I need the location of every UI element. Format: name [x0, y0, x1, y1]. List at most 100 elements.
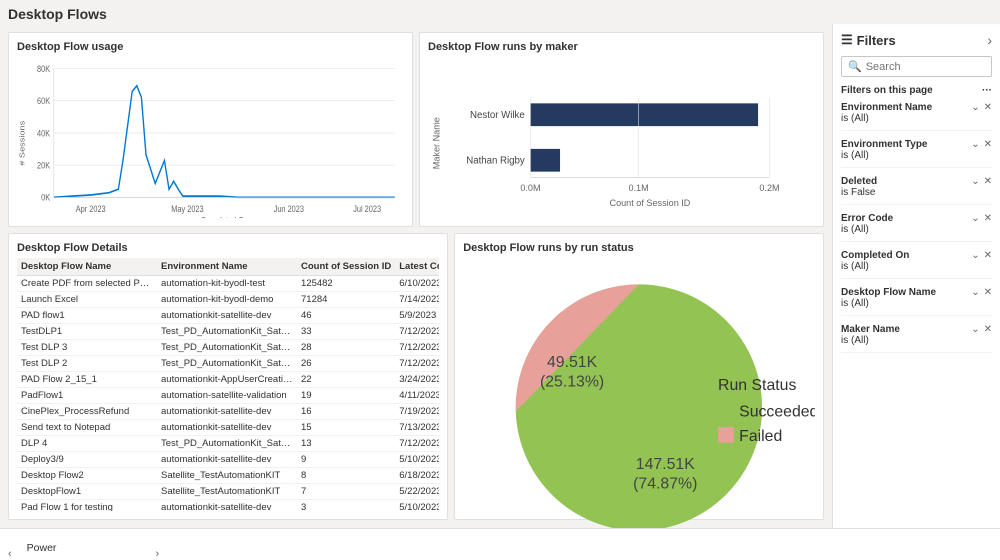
table-cell: automationkit-satellite-dev	[157, 420, 297, 436]
svg-text:Jun 2023: Jun 2023	[274, 203, 305, 214]
svg-text:Completed On: Completed On	[201, 215, 249, 218]
table-cell: 125482	[297, 276, 395, 292]
table-cell: 4/11/2023 9:40:26 AM	[395, 388, 439, 404]
table-cell: 5/10/2023 5:58:05 AM	[395, 452, 439, 468]
filter-value: is (All)	[841, 150, 992, 161]
table-cell: automationkit-satellite-dev	[157, 500, 297, 512]
svg-text:(74.87%): (74.87%)	[633, 475, 697, 492]
filter-expand-icon[interactable]: ⌄	[971, 324, 979, 335]
filter-name: Deleted	[841, 176, 877, 187]
search-icon: 🔍	[848, 60, 862, 73]
table-cell: DLP 4	[17, 436, 157, 452]
filter-actions: ⌄ ✕	[971, 324, 992, 335]
filter-item[interactable]: Environment Type ⌄ ✕ is (All)	[841, 139, 992, 168]
filters-close-button[interactable]: ›	[987, 32, 992, 48]
table-cell: 15	[297, 420, 395, 436]
table-cell: 3/24/2023 4:59:15 AM	[395, 372, 439, 388]
filter-clear-icon[interactable]: ✕	[984, 287, 992, 298]
table-cell: Deploy3/9	[17, 452, 157, 468]
table-row: Test DLP 3Test_PD_AutomationKit_Satellit…	[17, 340, 439, 356]
table-row: DesktopFlow1Satellite_TestAutomationKIT7…	[17, 484, 439, 500]
tabs-container: Business Process FlowsApp Deep DiveFlow …	[16, 528, 152, 560]
filter-item[interactable]: Desktop Flow Name ⌄ ✕ is (All)	[841, 287, 992, 316]
filter-clear-icon[interactable]: ✕	[984, 176, 992, 187]
table-body: Create PDF from selected PDF page(s) - C…	[17, 276, 439, 512]
table-cell: 19	[297, 388, 395, 404]
filter-item[interactable]: Environment Name ⌄ ✕ is (All)	[841, 102, 992, 131]
filter-name: Environment Name	[841, 102, 932, 113]
filter-item-header: Error Code ⌄ ✕	[841, 213, 992, 224]
filter-expand-icon[interactable]: ⌄	[971, 213, 979, 224]
filters-search-box[interactable]: 🔍	[841, 56, 992, 77]
filter-clear-icon[interactable]: ✕	[984, 102, 992, 113]
table-row: TestDLP1Test_PD_AutomationKit_Satellite3…	[17, 324, 439, 340]
table-cell: PAD Flow 2_15_1	[17, 372, 157, 388]
table-cell: 5/9/2023 2:04:44 PM	[395, 308, 439, 324]
status-chart-title: Desktop Flow runs by run status	[463, 242, 815, 254]
table-cell: Send text to Notepad	[17, 420, 157, 436]
maker-chart-svg: Maker Name Nestor Wilke Nathan Rigby 0.0…	[428, 61, 815, 214]
filter-expand-icon[interactable]: ⌄	[971, 250, 979, 261]
filter-clear-icon[interactable]: ✕	[984, 213, 992, 224]
svg-text:Run Status: Run Status	[718, 377, 796, 394]
table-cell: automation-kit-byodl-test	[157, 276, 297, 292]
table-cell: 7/19/2023 9:22:52 AM	[395, 404, 439, 420]
maker-chart-title: Desktop Flow runs by maker	[428, 41, 815, 53]
details-title: Desktop Flow Details	[17, 242, 439, 254]
table-cell: automationkit-satellite-dev	[157, 404, 297, 420]
table-cell: 7/12/2023 4:32:05 AM	[395, 340, 439, 356]
filter-value: is (All)	[841, 113, 992, 124]
col-flow-name: Desktop Flow Name	[17, 258, 157, 276]
table-cell: automationkit-satellite-dev	[157, 308, 297, 324]
table-cell: 22	[297, 372, 395, 388]
filter-item[interactable]: Maker Name ⌄ ✕ is (All)	[841, 324, 992, 353]
maker-chart-area: Maker Name Nestor Wilke Nathan Rigby 0.0…	[428, 57, 815, 218]
filter-name: Maker Name	[841, 324, 900, 335]
table-row: Pad Flow 1 for testingautomationkit-sate…	[17, 500, 439, 512]
filter-item[interactable]: Deleted ⌄ ✕ is False	[841, 176, 992, 205]
tab-power[interactable]: Power	[16, 534, 152, 560]
table-cell: Test_PD_AutomationKit_Satellite	[157, 356, 297, 372]
table-cell: automation-satellite-validation	[157, 388, 297, 404]
svg-text:(25.13%): (25.13%)	[540, 373, 604, 390]
table-cell: 26	[297, 356, 395, 372]
table-cell: 7/13/2023 4:30:51 AM	[395, 420, 439, 436]
filter-item-header: Environment Type ⌄ ✕	[841, 139, 992, 150]
filter-actions: ⌄ ✕	[971, 287, 992, 298]
svg-text:0.2M: 0.2M	[759, 183, 779, 193]
details-table-container[interactable]: Desktop Flow Name Environment Name Count…	[17, 258, 439, 511]
filters-search-input[interactable]	[866, 61, 985, 73]
svg-text:# Sessions: # Sessions	[17, 121, 26, 166]
svg-text:Jul 2023: Jul 2023	[353, 203, 381, 214]
svg-text:0.1M: 0.1M	[628, 183, 648, 193]
filter-item[interactable]: Error Code ⌄ ✕ is (All)	[841, 213, 992, 242]
filter-value: is (All)	[841, 261, 992, 272]
table-header: Desktop Flow Name Environment Name Count…	[17, 258, 439, 276]
table-row: DLP 4Test_PD_AutomationKit_Satellite137/…	[17, 436, 439, 452]
filter-expand-icon[interactable]: ⌄	[971, 287, 979, 298]
table-cell: Pad Flow 1 for testing	[17, 500, 157, 512]
filter-item[interactable]: Completed On ⌄ ✕ is (All)	[841, 250, 992, 279]
table-cell: 28	[297, 340, 395, 356]
table-row: Launch Excelautomation-kit-byodl-demo712…	[17, 292, 439, 308]
filter-expand-icon[interactable]: ⌄	[971, 102, 979, 113]
filter-expand-icon[interactable]: ⌄	[971, 176, 979, 187]
filter-actions: ⌄ ✕	[971, 102, 992, 113]
svg-text:Nestor Wilke: Nestor Wilke	[470, 110, 525, 121]
svg-text:Failed: Failed	[739, 428, 782, 445]
table-cell: Satellite_TestAutomationKIT	[157, 484, 297, 500]
tab-nav-forward[interactable]: ›	[151, 548, 163, 560]
filter-clear-icon[interactable]: ✕	[984, 250, 992, 261]
table-cell: 6/10/2023 4:30:16 AM	[395, 276, 439, 292]
filter-clear-icon[interactable]: ✕	[984, 139, 992, 150]
table-row: Create PDF from selected PDF page(s) - C…	[17, 276, 439, 292]
filter-clear-icon[interactable]: ✕	[984, 324, 992, 335]
tab-nav-back[interactable]: ‹	[4, 548, 16, 560]
svg-text:20K: 20K	[37, 160, 50, 171]
col-session-count: Count of Session ID	[297, 258, 395, 276]
filter-expand-icon[interactable]: ⌄	[971, 139, 979, 150]
filter-item-header: Deleted ⌄ ✕	[841, 176, 992, 187]
svg-text:40K: 40K	[37, 128, 50, 139]
svg-text:147.51K: 147.51K	[636, 456, 695, 473]
filters-header: ☰ Filters ›	[841, 32, 992, 48]
